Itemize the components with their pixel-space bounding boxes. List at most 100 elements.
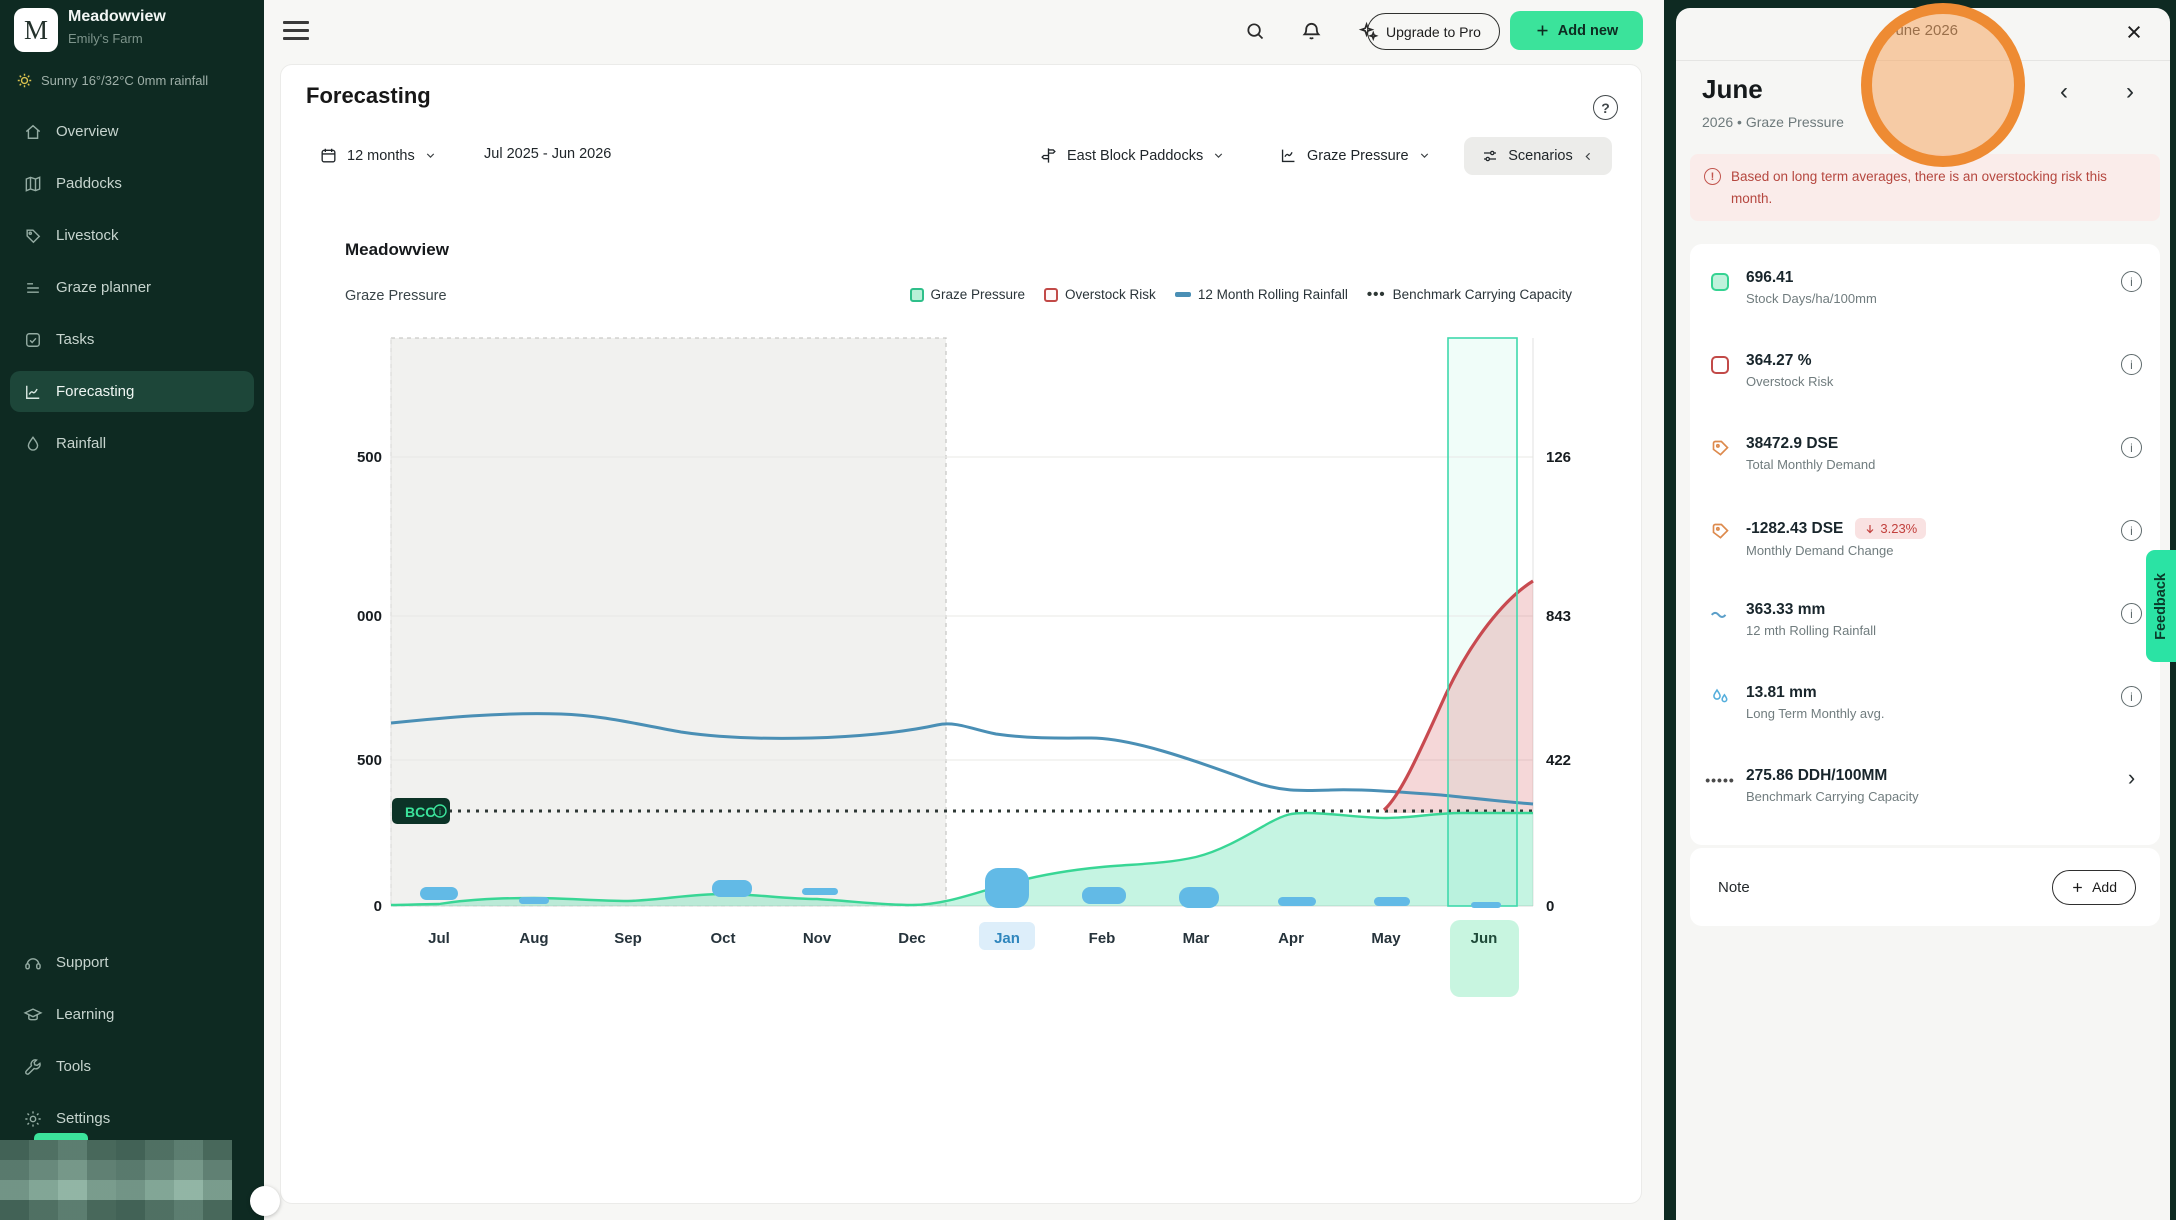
month-sep[interactable]: Sep (614, 930, 642, 947)
legend-overstock-risk[interactable]: Overstock Risk (1044, 287, 1156, 302)
sidebar-item-overview[interactable]: Overview (10, 111, 254, 152)
down-arrow-icon (1864, 523, 1876, 535)
tag-icon (23, 226, 43, 246)
stat-label: Overstock Risk (1746, 374, 2107, 389)
sidebar-item-label: Tasks (56, 331, 94, 348)
svg-text:0: 0 (374, 898, 382, 915)
graduation-cap-icon (23, 1005, 43, 1025)
month-aug[interactable]: Aug (519, 930, 548, 947)
month-dec[interactable]: Dec (898, 930, 926, 947)
sidebar-item-tasks[interactable]: Tasks (10, 319, 254, 360)
month-apr[interactable]: Apr (1278, 930, 1304, 947)
month-jul[interactable]: Jul (428, 930, 450, 947)
gear-icon (23, 1109, 43, 1129)
month-jun-selected[interactable]: Jun (1471, 930, 1498, 947)
add-note-button[interactable]: Add (2052, 870, 2136, 905)
topbar-icons (1236, 12, 1386, 50)
add-new-label: Add new (1558, 23, 1618, 39)
sidebar-item-learning[interactable]: Learning (10, 994, 254, 1035)
stat-value: 364.27 % (1746, 352, 1812, 370)
sidebar-item-label: Learning (56, 1006, 114, 1023)
info-icon[interactable]: i (2121, 437, 2142, 458)
stat-value: 38472.9 DSE (1746, 435, 1838, 453)
info-icon[interactable]: i (2121, 354, 2142, 375)
sun-icon (16, 72, 33, 89)
info-icon[interactable]: i (2121, 686, 2142, 707)
sidebar-item-label: Settings (56, 1110, 110, 1127)
month-detail-panel: June 2026 × June 2026 • Graze Pressure ‹… (1676, 8, 2170, 1220)
redacted-user-block (0, 1140, 232, 1220)
sidebar-item-label: Tools (56, 1058, 91, 1075)
bcc-badge[interactable]: BCC i (392, 798, 450, 824)
svg-text:000: 000 (357, 608, 382, 625)
previous-month-button[interactable]: ‹ (2048, 76, 2080, 108)
info-icon[interactable]: i (2121, 603, 2142, 624)
weather-strip: Sunny 16°/32°C 0mm rainfall (16, 72, 208, 89)
month-may[interactable]: May (1371, 930, 1401, 947)
wave-line-icon (1708, 602, 1732, 626)
info-icon[interactable]: i (2121, 271, 2142, 292)
forecast-chart-icon (23, 382, 43, 402)
sidebar-item-support[interactable]: Support (10, 942, 254, 983)
chart-legend: Graze Pressure Overstock Risk 12 Month R… (910, 287, 1573, 302)
month-nov[interactable]: Nov (803, 930, 832, 947)
note-title: Note (1718, 879, 1750, 896)
sliders-icon (1481, 147, 1499, 165)
legend-rolling-rainfall[interactable]: 12 Month Rolling Rainfall (1175, 287, 1348, 302)
legend-benchmark[interactable]: •••Benchmark Carrying Capacity (1367, 287, 1572, 302)
info-icon[interactable]: i (2121, 520, 2142, 541)
chevron-down-icon (1418, 149, 1431, 162)
scenarios-toggle[interactable]: Scenarios (1464, 137, 1612, 175)
search-icon[interactable] (1236, 12, 1274, 50)
paddocks-selector[interactable]: East Block Paddocks (1039, 146, 1225, 165)
sidebar-item-rainfall[interactable]: Rainfall (10, 423, 254, 464)
sidebar-item-livestock[interactable]: Livestock (10, 215, 254, 256)
notifications-bell-icon[interactable] (1292, 12, 1330, 50)
menu-toggle-button[interactable] (283, 17, 309, 43)
droplets-icon (1708, 685, 1732, 709)
panel-month-title: June (1702, 74, 1763, 105)
stat-label: Total Monthly Demand (1746, 457, 2107, 472)
chevron-down-icon (424, 149, 437, 162)
graze-pressure-chart[interactable]: BCC i 500 000 500 0 126 843 422 0 (341, 321, 1621, 1011)
stat-total-monthly-demand: 38472.9 DSE Total Monthly Demand i (1690, 420, 2160, 503)
sidebar-item-graze-planner[interactable]: Graze planner (10, 267, 254, 308)
month-stats-card: 696.41 Stock Days/ha/100mm i 364.27 % Ov… (1690, 244, 2160, 845)
weather-text: Sunny 16°/32°C 0mm rainfall (41, 73, 208, 88)
sidebar-item-label: Paddocks (56, 175, 122, 192)
metric-selector[interactable]: Graze Pressure (1279, 146, 1431, 165)
main-area: Upgrade to Pro Add new Forecasting ? 12 … (264, 0, 1664, 1220)
graze-pressure-swatch-icon (1708, 270, 1732, 294)
sidebar-item-label: Overview (56, 123, 119, 140)
stat-value: 363.33 mm (1746, 601, 1825, 619)
month-oct[interactable]: Oct (710, 930, 735, 947)
wrench-icon (23, 1057, 43, 1077)
chart-subtitle: Graze Pressure (345, 288, 447, 304)
sidebar-item-paddocks[interactable]: Paddocks (10, 163, 254, 204)
sidebar-collapse-knob[interactable] (250, 1186, 280, 1216)
svg-text:0: 0 (1546, 898, 1554, 915)
next-month-button[interactable]: › (2114, 76, 2146, 108)
close-icon[interactable]: × (2116, 14, 2152, 50)
chevron-down-icon (1212, 149, 1225, 162)
legend-graze-pressure[interactable]: Graze Pressure (910, 287, 1026, 302)
sidebar-item-forecasting[interactable]: Forecasting (10, 371, 254, 412)
upgrade-to-pro-button[interactable]: Upgrade to Pro (1367, 13, 1500, 50)
sidebar-item-tools[interactable]: Tools (10, 1046, 254, 1087)
stat-rolling-rainfall: 363.33 mm 12 mth Rolling Rainfall i (1690, 586, 2160, 669)
stat-benchmark-capacity[interactable]: ••••• 275.86 DDH/100MM Benchmark Carryin… (1690, 752, 2160, 835)
month-mar[interactable]: Mar (1183, 930, 1210, 947)
x-axis-months[interactable]: Jul Aug Sep Oct Nov Dec Jan Feb Mar Apr … (428, 930, 1497, 947)
add-new-button[interactable]: Add new (1510, 11, 1643, 50)
svg-text:i: i (439, 807, 441, 817)
help-icon[interactable]: ? (1593, 95, 1618, 120)
month-feb[interactable]: Feb (1089, 930, 1116, 947)
period-selector[interactable]: 12 months (319, 146, 437, 165)
feedback-tab[interactable]: Feedback (2146, 550, 2176, 662)
stat-overstock-risk: 364.27 % Overstock Risk i (1690, 337, 2160, 420)
farm-logo[interactable]: M (14, 8, 58, 52)
chevron-right-icon[interactable]: › (2121, 767, 2142, 788)
raindrop-icon (23, 434, 43, 454)
month-jan-current[interactable]: Jan (994, 930, 1020, 947)
map-icon (23, 174, 43, 194)
